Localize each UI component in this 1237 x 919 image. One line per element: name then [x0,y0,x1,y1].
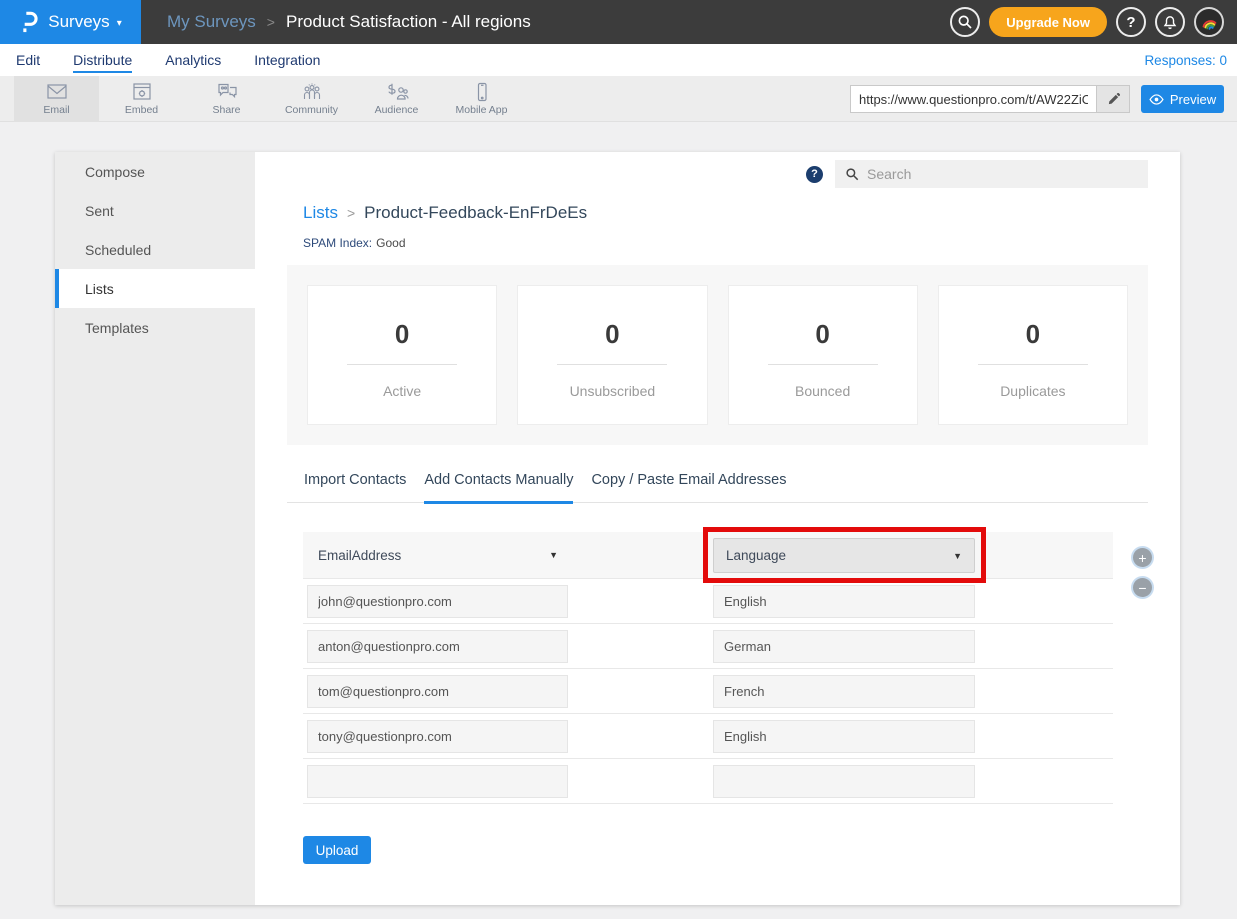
search-icon[interactable] [950,7,980,37]
sidebar-item-compose[interactable]: Compose [55,152,255,191]
tab-analytics[interactable]: Analytics [165,52,221,68]
stat-label: Bounced [795,383,850,399]
eye-icon [1149,94,1164,105]
stat-label: Duplicates [1000,383,1065,399]
stat-label: Active [383,383,421,399]
email-lists-panel: Compose Sent Scheduled Lists Templates ?… [55,152,1180,905]
stat-value: 0 [395,319,409,350]
language-field[interactable] [713,765,975,798]
embed-icon [130,82,154,102]
distribute-toolbar: Email Embed Share [0,76,1237,122]
stat-label: Unsubscribed [570,383,656,399]
tab-import-contacts[interactable]: Import Contacts [304,472,406,502]
email-column-dropdown[interactable]: EmailAddress ▼ [318,548,558,563]
email-field[interactable] [307,675,568,708]
share-icon [215,82,239,102]
sidebar-item-sent[interactable]: Sent [55,191,255,230]
sidebar-item-lists[interactable]: Lists [55,269,255,308]
toolbar-item-audience[interactable]: Audience [354,76,439,122]
notifications-icon[interactable] [1155,7,1185,37]
list-stats: 0 Active 0 Unsubscribed 0 Bounced 0 Dupl… [287,265,1148,445]
toolbar-item-community[interactable]: Community [269,76,354,122]
stat-card-active: 0 Active [307,285,497,425]
toolbar-item-share[interactable]: Share [184,76,269,122]
product-switcher[interactable]: Surveys ▾ [0,0,141,44]
sidebar-item-scheduled[interactable]: Scheduled [55,230,255,269]
upgrade-now-button[interactable]: Upgrade Now [989,7,1107,37]
contact-row [303,669,1113,714]
help-icon[interactable]: ? [1116,7,1146,37]
questionpro-logo-icon [19,9,41,35]
row-controls: + − [1133,548,1152,597]
tab-add-contacts-manually[interactable]: Add Contacts Manually [424,472,573,504]
breadcrumb-lists-link[interactable]: Lists [303,203,338,223]
email-field[interactable] [307,765,568,798]
email-field[interactable] [307,630,568,663]
email-field[interactable] [307,585,568,618]
language-field[interactable] [713,720,975,753]
contacts-tabs: Import Contacts Add Contacts Manually Co… [287,472,1148,503]
tab-edit[interactable]: Edit [16,52,40,68]
mobile-app-icon [470,82,494,102]
toolbar-item-mobile-app[interactable]: Mobile App [439,76,524,122]
tab-integration[interactable]: Integration [254,52,320,68]
stat-value: 0 [1026,319,1040,350]
breadcrumb-my-surveys[interactable]: My Surveys [167,12,256,32]
survey-title: Product Satisfaction - All regions [286,12,531,32]
stat-value: 0 [815,319,829,350]
sidebar-item-templates[interactable]: Templates [55,308,255,347]
language-field[interactable] [713,675,975,708]
upload-button[interactable]: Upload [303,836,371,864]
dropdown-caret-icon: ▼ [549,550,558,560]
breadcrumb: My Surveys > Product Satisfaction - All … [167,12,531,32]
preview-button[interactable]: Preview [1141,85,1224,113]
email-field[interactable] [307,720,568,753]
language-column-dropdown[interactable]: Language ▼ [713,538,975,573]
breadcrumb-separator: > [347,205,355,221]
responses-count: Responses: 0 [1144,53,1227,68]
add-row-button[interactable]: + [1133,548,1152,567]
search-input[interactable] [867,166,1138,182]
chevron-down-icon: ▾ [117,18,122,29]
community-icon [300,82,324,102]
survey-nav: Edit Distribute Analytics Integration Re… [0,44,1237,76]
language-field[interactable] [713,630,975,663]
list-search-box [835,160,1148,188]
breadcrumb-separator: > [267,14,275,30]
dropdown-caret-icon: ▼ [953,551,962,561]
contacts-grid: EmailAddress ▼ Language ▼ [303,532,1113,804]
topbar-actions: Upgrade Now ? [950,7,1224,37]
email-icon [45,82,69,102]
survey-url-input[interactable] [850,85,1096,113]
survey-url-group [850,85,1130,113]
contact-row [303,714,1113,759]
contact-row [303,624,1113,669]
email-sidebar: Compose Sent Scheduled Lists Templates [55,152,255,905]
toolbar-item-embed[interactable]: Embed [99,76,184,122]
lists-content: ? Lists > Product-Feedback-EnFrDeEs SPAM… [255,152,1180,905]
list-breadcrumb: Lists > Product-Feedback-EnFrDeEs [303,203,1148,223]
stat-card-bounced: 0 Bounced [728,285,918,425]
top-bar: Surveys ▾ My Surveys > Product Satisfact… [0,0,1237,44]
tab-distribute[interactable]: Distribute [73,52,132,68]
product-name: Surveys [48,12,109,32]
search-icon [845,167,859,181]
stat-card-unsubscribed: 0 Unsubscribed [517,285,707,425]
breadcrumb-current-list: Product-Feedback-EnFrDeEs [364,203,587,223]
spam-index: SPAM Index:Good [303,236,1148,250]
remove-row-button[interactable]: − [1133,578,1152,597]
stat-value: 0 [605,319,619,350]
stat-card-duplicates: 0 Duplicates [938,285,1128,425]
language-field[interactable] [713,585,975,618]
user-avatar[interactable] [1194,7,1224,37]
contact-row [303,579,1113,624]
grid-header-row: EmailAddress ▼ Language ▼ [303,532,1113,579]
help-icon[interactable]: ? [806,166,823,183]
tab-copy-paste-email-addresses[interactable]: Copy / Paste Email Addresses [591,472,786,502]
contact-row [303,759,1113,804]
edit-url-button[interactable] [1096,85,1130,113]
toolbar-item-email[interactable]: Email [14,76,99,122]
audience-icon [385,82,409,102]
